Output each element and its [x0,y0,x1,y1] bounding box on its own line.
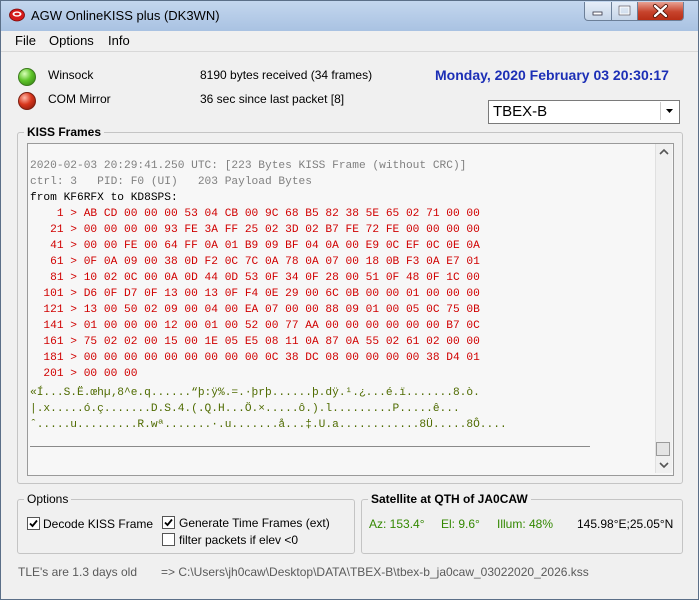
hex-dump-line: 121 > 13 00 50 02 09 00 04 00 EA 07 00 0… [30,304,480,316]
decode-kiss-checkbox[interactable] [27,517,40,530]
kiss-frames-scrollbar[interactable] [655,144,672,473]
satellite-azimuth: Az: 153.4° [369,517,425,531]
satellite-select[interactable]: TBEX-B [488,100,680,124]
filter-packets-checkbox[interactable] [162,533,175,546]
ascii-dump-line: «Í...S.Ë.œhµ‚8^e.q......“þ:ÿ%.=.·þrþ....… [30,387,480,399]
winsock-label: Winsock [48,68,94,82]
frame-header-line: 2020-02-03 20:29:41.250 UTC: [223 Bytes … [30,160,467,172]
hex-dump-line: 201 > 00 00 00 [30,368,138,380]
ascii-dump-line: |.x.....ó.ç.......D.S.4.(.Q.H...Ö.×.....… [30,403,460,415]
scroll-down-icon[interactable] [656,457,672,473]
log-file-path: => C:\Users\jh0caw\Desktop\DATA\TBEX-B\t… [161,565,589,579]
window-title: AGW OnlineKISS plus (DK3WN) [31,8,220,23]
chevron-down-icon [666,109,673,113]
utc-datetime: Monday, 2020 February 03 20:30:17 [435,67,669,83]
hex-dump-line: 181 > 00 00 00 00 00 00 00 00 00 0C 38 D… [30,352,480,364]
hex-dump-line: 41 > 00 00 FE 00 64 FF 0A 01 B9 09 BF 04… [30,240,480,252]
satellite-select-value: TBEX-B [493,103,548,120]
hex-dump-line: 161 > 75 02 02 00 15 00 1E 05 E5 08 11 0… [30,336,480,348]
menu-options[interactable]: Options [49,33,94,48]
frame-ctrl-line: ctrl: 3 PID: F0 (UI) 203 Payload Bytes [30,176,312,188]
hex-dump-line: 21 > 00 00 00 00 93 FE 3A FF 25 02 3D 02… [30,224,480,236]
generate-time-frames-label[interactable]: Generate Time Frames (ext) [179,516,330,530]
filter-packets-label[interactable]: filter packets if elev <0 [179,533,298,547]
minimize-icon [592,11,603,16]
scrollbar-thumb[interactable] [656,442,670,456]
minimize-button[interactable] [584,2,612,21]
main-window: AGW OnlineKISS plus (DK3WN) File Options… [0,0,699,600]
hex-dump-line: 81 > 10 02 0C 00 0A 0D 44 0D 53 0F 34 0F… [30,272,480,284]
satellite-select-dropdown-button[interactable] [660,102,678,120]
checkmark-icon [29,519,38,528]
hex-dump-line: 101 > D6 0F D7 0F 13 00 13 0F F4 0E 29 0… [30,288,480,300]
close-button[interactable] [637,2,684,21]
hex-dump-line: 141 > 01 00 00 00 12 00 01 00 52 00 77 A… [30,320,480,332]
maximize-icon [618,5,631,16]
satellite-position: 145.98°E;25.05°N [577,517,674,531]
menu-info[interactable]: Info [108,33,130,48]
ascii-dump-line: ˆ.....u.........R.wª.......·.u.......å..… [30,419,507,431]
hex-dump-line: 61 > 0F 0A 09 00 38 0D F2 0C 7C 0A 78 0A… [30,256,480,268]
menu-file[interactable]: File [15,33,36,48]
kiss-frames-title: KISS Frames [27,125,102,139]
hex-dump-line: 1 > AB CD 00 00 00 53 04 CB 00 9C 68 B5 … [30,208,480,220]
checkmark-icon [164,518,173,527]
generate-time-frames-checkbox[interactable] [162,516,175,529]
scroll-up-icon[interactable] [656,144,672,160]
last-packet-text: 36 sec since last packet [8] [200,92,345,106]
close-icon [653,4,668,18]
bytes-received-text: 8190 bytes received (34 frames) [200,68,373,82]
app-icon [9,8,25,22]
kiss-frames-output[interactable]: 2020-02-03 20:29:41.250 UTC: [223 Bytes … [27,143,674,476]
satellite-elevation: El: 9.6° [441,517,480,531]
frame-separator [30,446,590,447]
options-title: Options [27,492,69,506]
tle-age-text: TLE's are 1.3 days old [18,565,138,579]
com-mirror-status-led [18,92,36,110]
title-bar[interactable]: AGW OnlineKISS plus (DK3WN) [1,1,698,31]
com-mirror-label: COM Mirror [48,92,111,106]
winsock-status-led [18,68,36,86]
maximize-button[interactable] [611,2,638,21]
satellite-qth-title: Satellite at QTH of JA0CAW [371,492,528,506]
satellite-illumination: Illum: 48% [497,517,554,531]
menu-bar: File Options Info [1,31,698,52]
decode-kiss-label[interactable]: Decode KISS Frame [43,517,153,531]
frame-from-line: from KF6RFX to KD8SPS: [30,192,178,204]
